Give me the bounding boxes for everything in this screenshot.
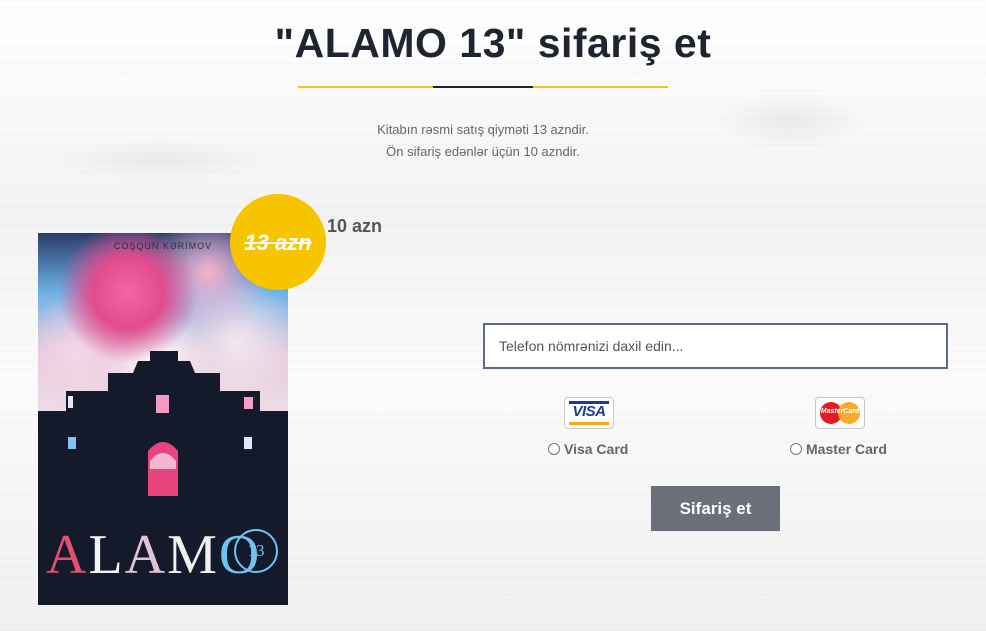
visa-radio[interactable] bbox=[548, 443, 560, 455]
visa-option[interactable]: Visa Card bbox=[548, 441, 628, 457]
cover-number: 13 bbox=[234, 529, 278, 573]
mastercard-logo-icon: MasterCard bbox=[815, 397, 865, 429]
page-title: "ALAMO 13" sifariş et bbox=[274, 20, 712, 66]
mastercard-option[interactable]: Master Card bbox=[790, 441, 887, 457]
visa-logo-text: VISA bbox=[572, 403, 606, 420]
cover-logo-letter: A bbox=[124, 524, 168, 586]
old-price-badge: 13 azn bbox=[230, 194, 326, 290]
mastercard-radio[interactable] bbox=[790, 443, 802, 455]
book-cover: COŞQUN KƏRİMOV ALAMO 13 bbox=[38, 233, 288, 605]
cover-logo-letter: A bbox=[46, 524, 89, 586]
cover-logo-letter: L bbox=[88, 524, 125, 586]
price-info: Kitabın rəsmi satış qiyməti 13 azndir. Ö… bbox=[0, 119, 966, 163]
visa-label: Visa Card bbox=[564, 441, 629, 457]
mastercard-label: Master Card bbox=[806, 441, 887, 457]
mastercard-logo-text: MasterCard bbox=[820, 408, 860, 415]
official-price-text: Kitabın rəsmi satış qiyməti 13 azndir. bbox=[377, 122, 589, 137]
title-divider bbox=[298, 86, 668, 88]
order-button[interactable]: Sifariş et bbox=[651, 486, 780, 531]
old-price: 13 azn bbox=[244, 230, 312, 255]
visa-stripe-bottom bbox=[569, 422, 609, 425]
cover-logo-letter: M bbox=[167, 524, 219, 586]
phone-input[interactable] bbox=[483, 323, 948, 369]
preorder-price-text: Ön sifariş edənlər üçün 10 azndir. bbox=[386, 144, 580, 159]
new-price: 10 azn bbox=[327, 216, 383, 236]
visa-logo-icon: VISA bbox=[564, 397, 614, 429]
